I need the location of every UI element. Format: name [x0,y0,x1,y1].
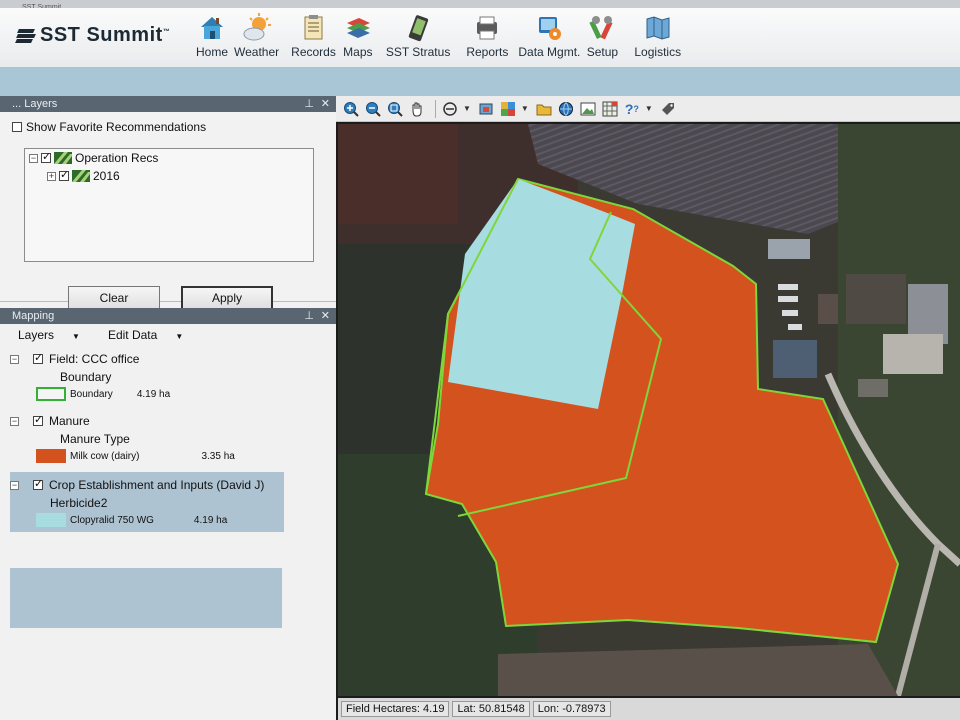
herbicide-swatch [36,513,66,527]
grid-icon[interactable] [601,100,619,118]
mapping-panel-title: Mapping ⊥ ✕ [0,308,336,324]
map-view[interactable] [338,124,960,696]
layer-checkbox[interactable] [33,352,43,364]
brand-mark-icon [15,28,38,43]
collapse-icon[interactable]: − [10,354,19,364]
layer-crop-establishment-row[interactable]: − Crop Establishment and Inputs (David J… [10,472,284,532]
close-icon[interactable]: ✕ [321,96,330,112]
tag-icon[interactable] [659,100,677,118]
maps-icon [342,12,374,44]
nav-home[interactable]: Home [196,12,228,59]
dropdown-caret-icon[interactable]: ▼ [463,104,471,113]
map-color-icon[interactable] [499,100,517,118]
pan-hand-icon[interactable] [408,100,426,118]
longitude-readout: Lon: -0.78973 [532,701,611,717]
zoom-in-icon[interactable] [342,100,360,118]
open-folder-icon[interactable] [535,100,553,118]
tree-node-operation-recs[interactable]: − Operation Recs [29,151,158,165]
help-icon[interactable]: ?? [623,100,641,118]
main-nav: Home Weather Records Maps SST Stratus Re… [196,12,687,59]
expand-icon[interactable]: + [47,171,56,181]
layer-crop-establishment[interactable] [10,568,282,628]
manure-swatch [36,449,66,463]
main-ribbon: SST Summit™ Home Weather Records Maps SS… [0,8,960,68]
dropdown-caret-icon: ▼ [72,332,80,341]
tree-node-2016[interactable]: + 2016 [47,169,120,183]
dropdown-caret-icon: ▼ [175,332,184,341]
map-toolbar: ▼ ▼ ?? ▼ [336,96,960,122]
nav-records[interactable]: Records [291,12,336,59]
zoom-extent-icon[interactable] [386,100,404,118]
brand-logo: SST Summit™ [15,24,171,47]
nav-weather[interactable]: Weather [234,12,279,59]
layer-checkbox[interactable] [33,414,43,426]
field-hectares-readout: Field Hectares: 4.19 [341,701,450,717]
nav-reports[interactable]: Reports [466,12,508,59]
collapse-icon[interactable]: − [10,416,19,426]
operation-recs-icon [72,170,90,182]
weather-icon [241,12,273,44]
status-bar: Field Hectares: 4.19 Lat: 50.81548 Lon: … [338,698,960,720]
aerial-map [338,124,960,696]
operation-recs-icon [54,152,72,164]
edit-data-menu[interactable]: Edit Data ▼ [108,328,197,342]
left-panels: ... Layers ⊥ ✕ Show Favorite Recommendat… [0,96,336,720]
nav-setup[interactable]: Setup [586,12,618,59]
toolbar-separator [435,99,436,118]
ribbon-banner [0,68,960,96]
title-bar: SST Summit [0,0,960,11]
legend-row: Milk cow (dairy) 3.35 ha [36,449,282,463]
export-image-icon[interactable] [579,100,597,118]
records-icon [298,12,330,44]
tree-checkbox[interactable] [59,169,69,181]
brand-name: SST Summit™ [40,24,171,46]
boundary-swatch [36,387,66,401]
show-favorites-toggle[interactable]: Show Favorite Recommendations [12,120,206,134]
nav-maps[interactable]: Maps [342,12,374,59]
home-icon [196,12,228,44]
show-favorites-checkbox[interactable] [12,122,22,132]
zoom-out-icon[interactable] [364,100,382,118]
close-icon[interactable]: ✕ [321,308,330,324]
select-icon[interactable] [441,100,459,118]
dropdown-caret-icon[interactable]: ▼ [645,104,653,113]
layers-icon[interactable] [477,100,495,118]
globe-icon[interactable] [557,100,575,118]
collapse-icon[interactable]: − [10,480,19,490]
nav-sst-stratus[interactable]: SST Stratus [386,12,450,59]
logistics-map-icon [642,12,674,44]
recommendations-panel-title: ... Layers ⊥ ✕ [0,96,336,112]
legend-row: Clopyralid 750 WG 4.19 ha [36,513,284,527]
layer-checkbox[interactable] [33,478,43,490]
latitude-readout: Lat: 50.81548 [452,701,530,717]
recommendations-tree: − Operation Recs + 2016 [24,148,314,262]
pin-icon[interactable]: ⊥ [304,308,314,324]
tree-checkbox[interactable] [41,151,51,163]
pin-icon[interactable]: ⊥ [304,96,314,112]
stratus-device-icon [402,12,434,44]
layer-manure[interactable]: − Manure Manure Type Milk cow (dairy) 3.… [10,414,282,476]
mapping-toolbar: Layers ▼ Edit Data ▼ [0,324,336,346]
collapse-icon[interactable]: − [29,153,38,163]
legend-row: Boundary 4.19 ha [36,387,282,401]
layer-field-boundary[interactable]: − Field: CCC office Boundary Boundary 4.… [10,352,282,414]
data-management-icon [533,12,565,44]
setup-tools-icon [586,12,618,44]
recommendations-panel: Show Favorite Recommendations − Operatio… [0,112,336,311]
nav-logistics[interactable]: Logistics [634,12,681,59]
nav-data-mgmt[interactable]: Data Mgmt. [518,12,580,59]
reports-icon [471,12,503,44]
layers-menu[interactable]: Layers ▼ [18,328,94,342]
dropdown-caret-icon[interactable]: ▼ [521,104,529,113]
